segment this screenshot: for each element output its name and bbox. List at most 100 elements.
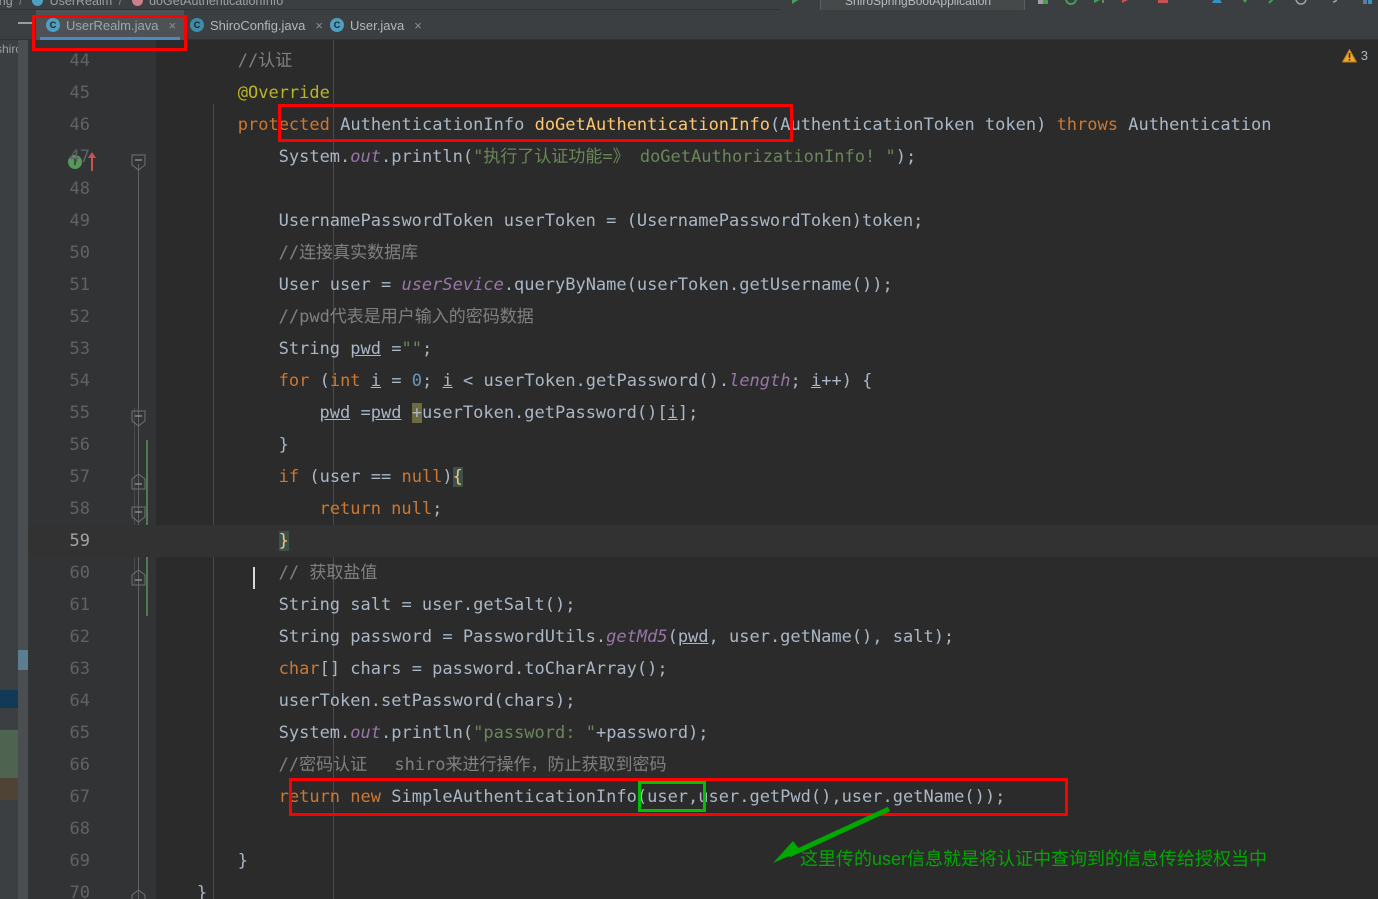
line-number: 68 [69, 819, 90, 839]
line-number: 60 [69, 563, 90, 583]
code-token: System. [278, 147, 351, 167]
breadcrumb-part-1[interactable]: ing [0, 0, 13, 8]
code-row[interactable]: 65 System.out.println("password: "+passwo… [28, 717, 1378, 749]
coverage-icon[interactable] [1035, 0, 1051, 7]
code-token: User user = [278, 275, 402, 295]
code-row[interactable]: 54 for (int i = 0; i < userToken.getPassw… [28, 365, 1378, 397]
code-line-text: //密码认证 shiro来进行操作，防止获取到密码 [279, 749, 667, 781]
code-row[interactable]: 61 String salt = user.getSalt(); [28, 589, 1378, 621]
code-token: out [350, 723, 381, 743]
line-number: 65 [69, 723, 90, 743]
code-token: "" [401, 339, 422, 359]
run-icon[interactable] [788, 0, 804, 7]
warning-triangle-icon [1341, 48, 1357, 62]
line-number: 63 [69, 659, 90, 679]
code-token: (user == [309, 467, 402, 487]
search-everywhere-icon[interactable] [1360, 0, 1376, 7]
code-line-text: User user = userSevice.queryByName(userT… [279, 269, 893, 301]
class-icon [32, 0, 44, 6]
code-token: ]; [677, 403, 699, 423]
code-token: int [329, 371, 371, 391]
update-project-icon[interactable] [1209, 0, 1225, 7]
code-line-text: } [238, 845, 248, 877]
text-caret [253, 567, 255, 589]
code-row[interactable]: 48 [28, 173, 1378, 205]
tab-user[interactable]: C User.java × [320, 10, 430, 40]
code-row[interactable]: 68 [28, 813, 1378, 845]
code-row[interactable]: 67 return new SimpleAuthenticationInfo(us… [28, 781, 1378, 813]
marker-added[interactable] [0, 730, 18, 778]
code-row[interactable]: 47 System.out.println("执行了认证功能=》 doGetAut… [28, 141, 1378, 173]
code-token: //pwd代表是用户输入的密码数据 [278, 307, 534, 327]
code-row[interactable]: 59} [28, 525, 1378, 557]
breadcrumb-part-2[interactable]: UserRealm [50, 0, 113, 8]
code-row[interactable]: 50 //连接真实数据库 [28, 237, 1378, 269]
commit-icon[interactable] [1237, 0, 1253, 7]
code-row[interactable]: 49 UsernamePasswordToken userToken = (Use… [28, 205, 1378, 237]
code-row[interactable]: 45 @Override [28, 77, 1378, 109]
stop-icon[interactable] [1155, 0, 1171, 7]
left-tool-window-strip[interactable]: -shiro [0, 40, 22, 899]
line-number: 64 [69, 691, 90, 711]
tab-shiro-config[interactable]: C ShiroConfig.java × [180, 10, 331, 40]
code-token: ; [422, 371, 443, 391]
undo-icon[interactable] [1321, 0, 1337, 7]
code-row[interactable]: 60 // 获取盐值 [28, 557, 1378, 589]
java-class-icon: C [330, 18, 344, 32]
hide-tabs-icon[interactable] [18, 22, 32, 24]
code-row[interactable]: 44 //认证 [28, 45, 1378, 77]
code-row[interactable]: 62 String password = PasswordUtils.getMd5… [28, 621, 1378, 653]
code-line-text: UsernamePasswordToken userToken = (Usern… [279, 205, 924, 237]
code-token: out [350, 147, 381, 167]
scrollbar-marker[interactable] [18, 650, 28, 670]
code-line-text: System.out.println("执行了认证功能=》 doGetAutho… [279, 141, 917, 173]
tab-label: UserRealm.java [66, 17, 159, 33]
code-token: @Override [237, 83, 330, 103]
code-token: = [381, 371, 412, 391]
code-token: (AuthenticationToken token) [769, 115, 1057, 135]
breadcrumb-part-3[interactable]: doGetAuthenticationInfo [149, 0, 283, 8]
code-row[interactable]: 51 User user = userSevice.queryByName(use… [28, 269, 1378, 301]
code-row[interactable]: 70} [28, 877, 1378, 899]
code-row[interactable]: 53 String pwd =""; [28, 333, 1378, 365]
tab-label: User.java [350, 17, 405, 33]
code-editor[interactable]: I 44//认证 45 @Override 46 protected Authentic… [28, 40, 1378, 899]
code-line-text: String password = PasswordUtils.getMd5(p… [279, 621, 955, 653]
tab-user-realm[interactable]: C UserRealm.java × [36, 10, 185, 40]
code-token: ; [790, 371, 811, 391]
tab-label: ShiroConfig.java [210, 17, 306, 33]
code-token: .queryByName(userToken.getUsername()); [503, 275, 893, 295]
code-line-text: } [278, 525, 289, 557]
line-number: 49 [69, 211, 90, 231]
code-token: [] chars = password.toCharArray(); [319, 659, 668, 679]
line-number: 58 [69, 499, 90, 519]
code-token: pwd [677, 627, 709, 647]
code-row[interactable]: 57 if (user == null){ [28, 461, 1378, 493]
marker-warning[interactable] [0, 778, 18, 800]
code-row[interactable]: 66 //密码认证 shiro来进行操作，防止获取到密码 [28, 749, 1378, 781]
code-row[interactable]: 52 //pwd代表是用户输入的密码数据 [28, 301, 1378, 333]
inspection-status[interactable]: 3 [1341, 48, 1368, 63]
left-scrollbar[interactable] [18, 40, 28, 899]
code-row[interactable]: 58 return null; [28, 493, 1378, 525]
code-token: i [810, 371, 822, 391]
history-icon[interactable] [1293, 0, 1309, 7]
warning-count: 3 [1360, 48, 1368, 63]
code-row[interactable]: 55 pwd =pwd +userToken.getPassword()[i]; [28, 397, 1378, 429]
push-icon[interactable] [1265, 0, 1281, 7]
java-class-icon: C [46, 18, 60, 32]
code-row[interactable]: 56} [28, 429, 1378, 461]
code-row[interactable]: 46 protected AuthenticationInfo doGetAuth… [28, 109, 1378, 141]
close-icon[interactable]: × [168, 18, 176, 33]
profiler-icon[interactable] [1063, 0, 1079, 7]
code-row[interactable]: 64 userToken.setPassword(chars); [28, 685, 1378, 717]
code-token: } [196, 883, 208, 899]
debug-icon[interactable] [1091, 0, 1107, 7]
code-token: length [729, 371, 791, 391]
marker-modified[interactable] [0, 690, 18, 708]
code-token: char [278, 659, 320, 679]
close-icon[interactable]: × [414, 18, 422, 33]
code-row[interactable]: 63 char[] chars = password.toCharArray(); [28, 653, 1378, 685]
code-token: ++) { [821, 371, 873, 391]
run-with-coverage-icon[interactable] [1119, 0, 1135, 7]
